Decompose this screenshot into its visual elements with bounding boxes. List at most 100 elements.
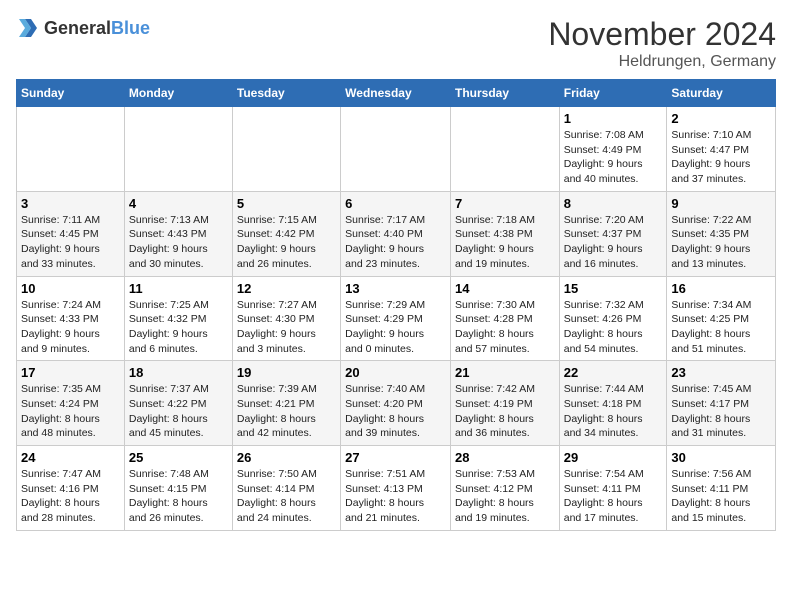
calendar-table: SundayMondayTuesdayWednesdayThursdayFrid…	[16, 79, 776, 531]
week-row-2: 10 Sunrise: 7:24 AMSunset: 4:33 PMDayligh…	[17, 276, 776, 361]
day-number: 14	[455, 281, 555, 296]
day-detail: Sunrise: 7:08 AMSunset: 4:49 PMDaylight:…	[564, 128, 663, 187]
day-number: 17	[21, 365, 120, 380]
calendar-cell: 8 Sunrise: 7:20 AMSunset: 4:37 PMDaylight…	[559, 191, 667, 276]
calendar-cell: 22Sunrise: 7:44 AMSunset: 4:18 PMDayligh…	[559, 361, 667, 446]
day-detail: Sunrise: 7:32 AMSunset: 4:26 PMDaylight:…	[564, 298, 663, 357]
calendar-cell: 3 Sunrise: 7:11 AMSunset: 4:45 PMDaylight…	[17, 191, 125, 276]
week-row-1: 3 Sunrise: 7:11 AMSunset: 4:45 PMDaylight…	[17, 191, 776, 276]
day-detail: Sunrise: 7:24 AMSunset: 4:33 PMDaylight:…	[21, 298, 120, 357]
day-number: 13	[345, 281, 446, 296]
calendar-cell: 2 Sunrise: 7:10 AMSunset: 4:47 PMDaylight…	[667, 107, 776, 192]
day-number: 9	[671, 196, 771, 211]
calendar-cell: 7Sunrise: 7:18 AMSunset: 4:38 PMDaylight…	[450, 191, 559, 276]
day-detail: Sunrise: 7:34 AMSunset: 4:25 PMDaylight:…	[671, 298, 771, 357]
calendar-header-row: SundayMondayTuesdayWednesdayThursdayFrid…	[17, 80, 776, 107]
day-number: 24	[21, 450, 120, 465]
week-row-3: 17 Sunrise: 7:35 AMSunset: 4:24 PMDayligh…	[17, 361, 776, 446]
calendar-cell: 30Sunrise: 7:56 AMSunset: 4:11 PMDayligh…	[667, 446, 776, 531]
calendar-cell: 12 Sunrise: 7:27 AMSunset: 4:30 PMDayligh…	[232, 276, 340, 361]
day-number: 21	[455, 365, 555, 380]
calendar-cell: 27 Sunrise: 7:51 AMSunset: 4:13 PMDayligh…	[341, 446, 451, 531]
calendar-cell: 16 Sunrise: 7:34 AMSunset: 4:25 PMDayligh…	[667, 276, 776, 361]
day-detail: Sunrise: 7:22 AMSunset: 4:35 PMDaylight:…	[671, 213, 771, 272]
day-number: 8	[564, 196, 663, 211]
logo-text-general: General	[44, 18, 111, 38]
day-number: 23	[671, 365, 771, 380]
month-title: November 2024	[548, 16, 776, 53]
day-number: 22	[564, 365, 663, 380]
calendar-cell	[17, 107, 125, 192]
calendar-cell: 11Sunrise: 7:25 AMSunset: 4:32 PMDayligh…	[124, 276, 232, 361]
calendar-cell	[450, 107, 559, 192]
day-number: 27	[345, 450, 446, 465]
day-number: 12	[237, 281, 336, 296]
calendar-cell: 1Sunrise: 7:08 AMSunset: 4:49 PMDaylight…	[559, 107, 667, 192]
day-detail: Sunrise: 7:50 AMSunset: 4:14 PMDaylight:…	[237, 467, 336, 526]
day-detail: Sunrise: 7:53 AMSunset: 4:12 PMDaylight:…	[455, 467, 555, 526]
day-number: 18	[129, 365, 228, 380]
header-wednesday: Wednesday	[341, 80, 451, 107]
day-detail: Sunrise: 7:11 AMSunset: 4:45 PMDaylight:…	[21, 213, 120, 272]
day-number: 19	[237, 365, 336, 380]
calendar-cell: 21 Sunrise: 7:42 AMSunset: 4:19 PMDayligh…	[450, 361, 559, 446]
day-detail: Sunrise: 7:40 AMSunset: 4:20 PMDaylight:…	[345, 382, 446, 441]
calendar-cell	[341, 107, 451, 192]
day-detail: Sunrise: 7:39 AMSunset: 4:21 PMDaylight:…	[237, 382, 336, 441]
calendar-cell: 18Sunrise: 7:37 AMSunset: 4:22 PMDayligh…	[124, 361, 232, 446]
day-detail: Sunrise: 7:13 AMSunset: 4:43 PMDaylight:…	[129, 213, 228, 272]
page-header: GeneralBlue November 2024 Heldrungen, Ge…	[16, 16, 776, 71]
calendar-cell: 23Sunrise: 7:45 AMSunset: 4:17 PMDayligh…	[667, 361, 776, 446]
day-detail: Sunrise: 7:18 AMSunset: 4:38 PMDaylight:…	[455, 213, 555, 272]
calendar-cell: 4 Sunrise: 7:13 AMSunset: 4:43 PMDaylight…	[124, 191, 232, 276]
day-number: 4	[129, 196, 228, 211]
day-detail: Sunrise: 7:47 AMSunset: 4:16 PMDaylight:…	[21, 467, 120, 526]
calendar-cell: 13Sunrise: 7:29 AMSunset: 4:29 PMDayligh…	[341, 276, 451, 361]
week-row-4: 24 Sunrise: 7:47 AMSunset: 4:16 PMDayligh…	[17, 446, 776, 531]
day-number: 2	[671, 111, 771, 126]
day-number: 16	[671, 281, 771, 296]
day-detail: Sunrise: 7:35 AMSunset: 4:24 PMDaylight:…	[21, 382, 120, 441]
header-sunday: Sunday	[17, 80, 125, 107]
week-row-0: 1Sunrise: 7:08 AMSunset: 4:49 PMDaylight…	[17, 107, 776, 192]
day-detail: Sunrise: 7:20 AMSunset: 4:37 PMDaylight:…	[564, 213, 663, 272]
calendar-cell: 19 Sunrise: 7:39 AMSunset: 4:21 PMDayligh…	[232, 361, 340, 446]
calendar-cell	[232, 107, 340, 192]
logo: GeneralBlue	[16, 16, 150, 40]
calendar-cell: 25 Sunrise: 7:48 AMSunset: 4:15 PMDayligh…	[124, 446, 232, 531]
logo-icon	[16, 16, 40, 40]
day-number: 10	[21, 281, 120, 296]
day-detail: Sunrise: 7:15 AMSunset: 4:42 PMDaylight:…	[237, 213, 336, 272]
calendar-cell: 6 Sunrise: 7:17 AMSunset: 4:40 PMDaylight…	[341, 191, 451, 276]
header-monday: Monday	[124, 80, 232, 107]
day-number: 28	[455, 450, 555, 465]
calendar-cell: 26 Sunrise: 7:50 AMSunset: 4:14 PMDayligh…	[232, 446, 340, 531]
day-detail: Sunrise: 7:42 AMSunset: 4:19 PMDaylight:…	[455, 382, 555, 441]
day-detail: Sunrise: 7:25 AMSunset: 4:32 PMDaylight:…	[129, 298, 228, 357]
location-title: Heldrungen, Germany	[548, 53, 776, 71]
day-number: 3	[21, 196, 120, 211]
logo-text-blue: Blue	[111, 18, 150, 38]
calendar-cell: 29Sunrise: 7:54 AMSunset: 4:11 PMDayligh…	[559, 446, 667, 531]
day-number: 25	[129, 450, 228, 465]
calendar-cell: 10 Sunrise: 7:24 AMSunset: 4:33 PMDayligh…	[17, 276, 125, 361]
title-section: November 2024 Heldrungen, Germany	[548, 16, 776, 71]
calendar-cell: 14 Sunrise: 7:30 AMSunset: 4:28 PMDayligh…	[450, 276, 559, 361]
header-tuesday: Tuesday	[232, 80, 340, 107]
header-saturday: Saturday	[667, 80, 776, 107]
calendar-cell: 15 Sunrise: 7:32 AMSunset: 4:26 PMDayligh…	[559, 276, 667, 361]
day-detail: Sunrise: 7:27 AMSunset: 4:30 PMDaylight:…	[237, 298, 336, 357]
day-number: 26	[237, 450, 336, 465]
day-detail: Sunrise: 7:48 AMSunset: 4:15 PMDaylight:…	[129, 467, 228, 526]
day-detail: Sunrise: 7:30 AMSunset: 4:28 PMDaylight:…	[455, 298, 555, 357]
header-thursday: Thursday	[450, 80, 559, 107]
day-detail: Sunrise: 7:17 AMSunset: 4:40 PMDaylight:…	[345, 213, 446, 272]
day-number: 29	[564, 450, 663, 465]
day-number: 20	[345, 365, 446, 380]
day-detail: Sunrise: 7:51 AMSunset: 4:13 PMDaylight:…	[345, 467, 446, 526]
calendar-cell	[124, 107, 232, 192]
header-friday: Friday	[559, 80, 667, 107]
day-number: 6	[345, 196, 446, 211]
day-detail: Sunrise: 7:10 AMSunset: 4:47 PMDaylight:…	[671, 128, 771, 187]
day-number: 15	[564, 281, 663, 296]
